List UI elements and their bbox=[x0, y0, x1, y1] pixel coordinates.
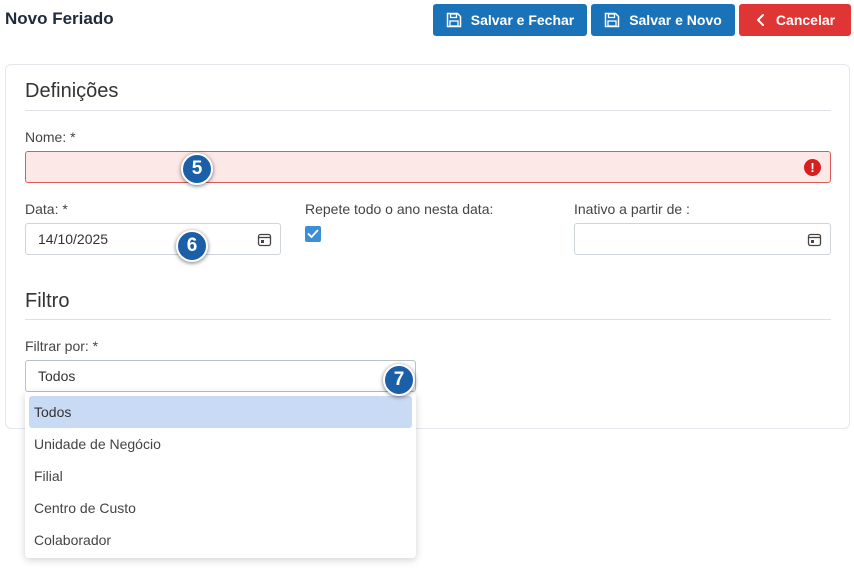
filter-select-value: Todos bbox=[38, 368, 76, 384]
save-icon bbox=[446, 12, 461, 28]
save-new-label: Salvar e Novo bbox=[629, 12, 722, 28]
dropdown-option[interactable]: Colaborador bbox=[29, 524, 412, 556]
date-value: 14/10/2025 bbox=[38, 231, 109, 247]
cancel-button[interactable]: Cancelar bbox=[739, 4, 851, 36]
step-badge-7: 7 bbox=[383, 364, 415, 396]
filter-label: Filtrar por: * bbox=[25, 338, 99, 354]
inactive-label: Inativo a partir de : bbox=[574, 201, 690, 217]
definitions-title: Definições bbox=[25, 80, 119, 102]
filter-title: Filtro bbox=[25, 290, 70, 312]
repeat-label: Repete todo o ano nesta data: bbox=[305, 201, 494, 217]
calendar-icon[interactable] bbox=[807, 232, 822, 247]
step-badge-5: 5 bbox=[181, 153, 213, 185]
dropdown-option[interactable]: Centro de Custo bbox=[29, 492, 412, 524]
definitions-divider bbox=[25, 110, 831, 111]
check-icon bbox=[307, 229, 319, 238]
save-close-button[interactable]: Salvar e Fechar bbox=[433, 4, 587, 36]
filter-dropdown-menu: Todos Unidade de Negócio Filial Centro d… bbox=[25, 392, 416, 558]
save-new-button[interactable]: Salvar e Novo bbox=[591, 4, 735, 36]
date-label: Data: * bbox=[25, 201, 68, 217]
dropdown-option[interactable]: Unidade de Negócio bbox=[29, 428, 412, 460]
page-title: Novo Feriado bbox=[5, 9, 114, 28]
chevron-left-icon bbox=[756, 14, 764, 26]
name-label: Nome: * bbox=[25, 129, 76, 145]
inactive-date-field[interactable] bbox=[574, 223, 831, 255]
save-icon bbox=[604, 12, 620, 28]
name-field[interactable]: ! bbox=[25, 151, 831, 183]
cancel-label: Cancelar bbox=[775, 12, 836, 28]
step-badge-6: 6 bbox=[176, 230, 208, 262]
filter-select[interactable]: Todos bbox=[25, 360, 416, 392]
dropdown-option[interactable]: Filial bbox=[29, 460, 412, 492]
dropdown-option[interactable]: Todos bbox=[29, 396, 412, 428]
save-close-label: Salvar e Fechar bbox=[470, 12, 575, 28]
error-icon: ! bbox=[804, 159, 821, 176]
calendar-icon[interactable] bbox=[257, 232, 272, 247]
repeat-checkbox[interactable] bbox=[305, 226, 321, 242]
date-field[interactable]: 14/10/2025 bbox=[25, 223, 281, 255]
filter-divider bbox=[25, 319, 831, 320]
